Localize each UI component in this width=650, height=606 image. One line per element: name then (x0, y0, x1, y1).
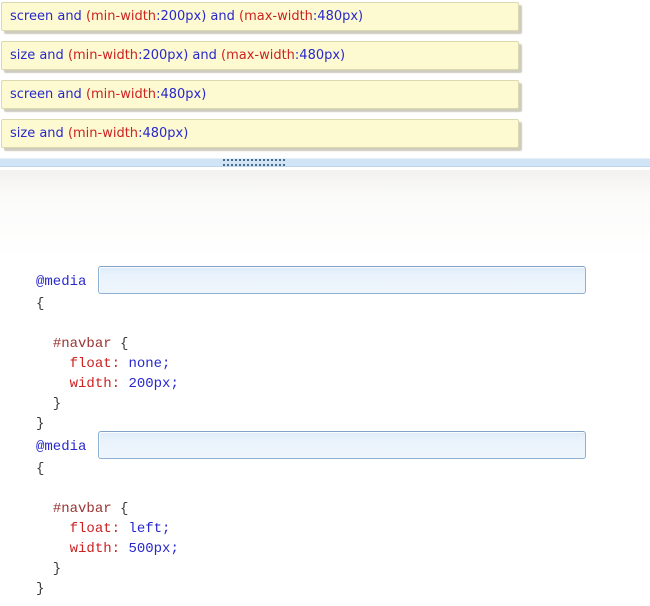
code-token: size and (10, 126, 68, 141)
code-line: #navbar { (36, 334, 650, 354)
code-line: } (36, 394, 650, 414)
code-token: #navbar (53, 501, 112, 517)
code-token: #navbar (53, 336, 112, 352)
code-line: } (36, 579, 650, 599)
draggable-option[interactable]: size and (min-width:200px) and (max-widt… (1, 41, 519, 70)
code-token: (min-width (68, 126, 138, 141)
code-line: { (36, 294, 650, 314)
code-token: screen and (10, 87, 86, 102)
code-token: } (36, 581, 44, 597)
code-token: size and (10, 48, 68, 63)
code-line: #navbar { (36, 499, 650, 519)
code-token: 200px; (128, 376, 178, 392)
media-query-drop-target[interactable] (98, 266, 586, 294)
pane-splitter[interactable] (0, 158, 650, 167)
code-line: @media (36, 269, 650, 294)
draggable-option[interactable]: size and (min-width:480px) (1, 119, 519, 148)
code-token: (max-width (239, 9, 313, 24)
code-line (36, 314, 650, 334)
code-line: @media (36, 434, 650, 459)
code-token: :200px) and (138, 48, 221, 63)
draggable-options-panel: screen and (min-width:200px) and (max-wi… (0, 0, 650, 148)
code-token: :480px) (295, 48, 345, 63)
css-code-block: @media { #navbar { float: none; width: 2… (36, 269, 650, 599)
code-token: { (112, 336, 129, 352)
draggable-option[interactable]: screen and (min-width:480px) (1, 80, 519, 109)
code-token: :480px) (156, 87, 206, 102)
code-token (36, 336, 53, 352)
media-query-drop-target[interactable] (98, 431, 586, 459)
code-token (36, 501, 53, 517)
code-token: { (112, 501, 129, 517)
code-token (36, 521, 70, 537)
code-token: width: (70, 541, 120, 557)
code-token: } (36, 561, 61, 577)
code-token: screen and (10, 9, 86, 24)
code-token: { (36, 296, 44, 312)
code-token: :480px) (138, 126, 188, 141)
code-token (36, 541, 70, 557)
code-line: width: 500px; (36, 539, 650, 559)
code-line: float: none; (36, 354, 650, 374)
code-token: @media (36, 439, 95, 455)
draggable-option[interactable]: screen and (min-width:200px) and (max-wi… (1, 2, 519, 31)
code-token: float: (70, 521, 120, 537)
code-line (36, 479, 650, 499)
code-token: width: (70, 376, 120, 392)
code-token: } (36, 416, 44, 432)
splitter-grip-icon[interactable] (223, 159, 285, 166)
code-token: 500px; (128, 541, 178, 557)
code-line: { (36, 459, 650, 479)
code-editor-pane: @media { #navbar { float: none; width: 2… (0, 170, 650, 606)
code-token: { (36, 461, 44, 477)
code-line: width: 200px; (36, 374, 650, 394)
code-token (36, 356, 70, 372)
code-token: @media (36, 274, 95, 290)
code-line: } (36, 559, 650, 579)
code-token: none; (128, 356, 170, 372)
code-token: :480px) (313, 9, 363, 24)
code-token (36, 376, 70, 392)
code-token: float: (70, 356, 120, 372)
code-token: (max-width (221, 48, 295, 63)
code-token: (min-width (86, 87, 156, 102)
code-line: float: left; (36, 519, 650, 539)
code-token: left; (128, 521, 170, 537)
code-token: (min-width (86, 9, 156, 24)
code-token: :200px) and (156, 9, 239, 24)
code-token: } (36, 396, 61, 412)
code-token: (min-width (68, 48, 138, 63)
